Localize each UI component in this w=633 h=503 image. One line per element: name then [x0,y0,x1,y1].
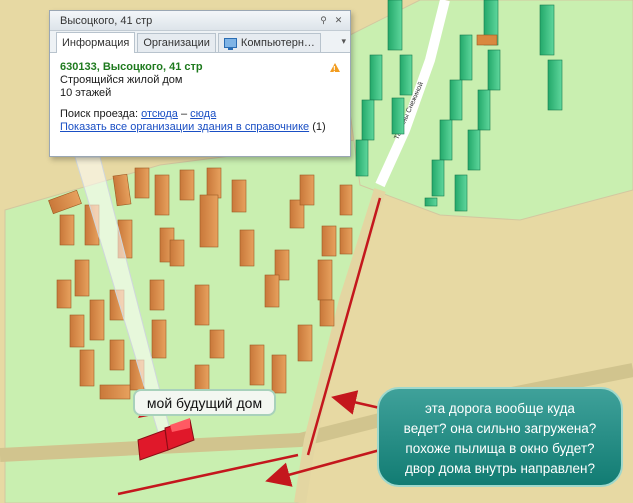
small-building [476,34,498,46]
route-search: Поиск проезда: отсюда – сюда [60,108,340,121]
monitor-icon [223,38,237,50]
popup-titlebar: Высоцкого, 41 стр ⚲ ✕ [50,11,350,31]
warning-icon [330,63,340,76]
note-line: двор дома внутрь направлен? [405,461,595,476]
tab-label: Информация [62,37,130,49]
note-line: эта дорога вообще куда [425,401,575,416]
route-dash: – [180,108,188,120]
route-from-link[interactable]: отсюда [141,108,178,120]
route-label: Поиск проезда: [60,108,138,120]
chevron-down-icon[interactable]: ▾ [341,36,346,47]
popup-body: 630133, Высоцкого, 41 стр Строящийся жил… [50,53,350,142]
show-all-row: Показать все организации здания в справо… [60,121,340,134]
route-to-link[interactable]: сюда [190,108,216,120]
popup-tabs: Информация Организации Компьютерн… ▾ [50,31,350,53]
show-all-orgs-link[interactable]: Показать все организации здания в справо… [60,121,309,133]
popup-title: Высоцкого, 41 стр [60,14,153,27]
orgs-count: (1) [312,121,326,133]
note-line: похоже пылища в окно будет? [405,441,595,456]
tab-label: Компьютерн… [240,37,315,49]
close-icon[interactable]: ✕ [333,15,344,26]
address: 630133, Высоцкого, 41 стр [60,61,203,73]
pin-icon[interactable]: ⚲ [318,15,329,26]
tab-information[interactable]: Информация [56,32,136,53]
tab-computer[interactable]: Компьютерн… [217,33,321,52]
building-floors: 10 этажей [60,87,112,99]
info-popup: Высоцкого, 41 стр ⚲ ✕ Информация Организ… [49,10,351,157]
note-line: ведет? она сильно загружена? [403,421,597,436]
tab-label: Организации [143,37,210,49]
building-description: Строящийся жилой дом [60,74,183,86]
tab-organizations[interactable]: Организации [137,33,216,52]
note-questions: эта дорога вообще куда ведет? она сильно… [377,387,623,487]
note-my-house: мой будущий дом [133,389,276,416]
